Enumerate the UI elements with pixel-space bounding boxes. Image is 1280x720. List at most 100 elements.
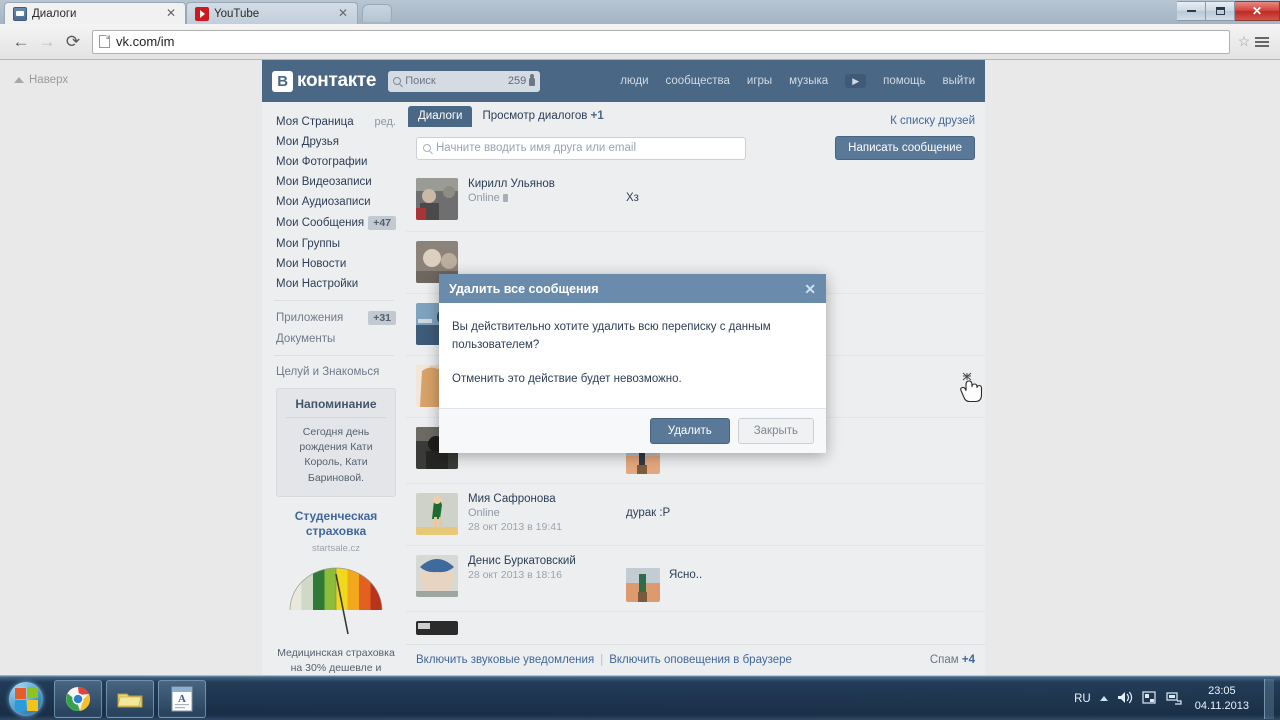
enable-browser-alerts-link[interactable]: Включить оповещения в браузере	[609, 654, 792, 666]
nav-help[interactable]: помощь	[883, 75, 925, 87]
ad-title: Студенческая страховка	[294, 508, 378, 539]
taskbar-button-chrome[interactable]	[54, 679, 102, 718]
sidebar-item-my-groups[interactable]: Мои Группы	[262, 234, 406, 254]
sidebar-item-my-settings[interactable]: Мои Настройки	[262, 274, 406, 294]
start-button[interactable]	[2, 679, 50, 719]
avatar	[416, 621, 458, 635]
nav-logout[interactable]: выйти	[943, 75, 976, 87]
minimize-button[interactable]	[1177, 1, 1206, 21]
list-item[interactable]	[406, 611, 985, 644]
vk-page: В контакте Поиск 259 люди сообщества игр…	[262, 60, 985, 675]
delete-all-messages-modal: Удалить все сообщения ✕ Вы действительно…	[439, 274, 826, 454]
back-icon[interactable]: ←	[8, 29, 34, 55]
forward-icon[interactable]: →	[34, 29, 60, 55]
dialog-status: Online	[468, 507, 626, 519]
vk-icon	[13, 6, 27, 21]
network-icon[interactable]	[1166, 690, 1182, 708]
dialog-name[interactable]: Мия Сафронова	[468, 493, 626, 505]
system-tray: RU 23:05 04.11.2013	[1074, 678, 1280, 719]
avatar	[416, 555, 458, 597]
modal-text-primary: Вы действительно хотите удалить всю пере…	[452, 321, 771, 351]
sidebar-item-documents[interactable]: Документы	[262, 329, 406, 349]
friend-search-placeholder: Начните вводить имя друга или email	[436, 142, 637, 154]
spam-link[interactable]: Спам +4	[930, 654, 975, 666]
hamburger-menu-icon[interactable]	[1252, 36, 1272, 47]
volume-icon[interactable]	[1117, 690, 1133, 708]
nav-communities[interactable]: сообщества	[666, 75, 730, 87]
sidebar-item-label: Мои Новости	[276, 258, 347, 270]
tab-dialogs[interactable]: Диалоги	[408, 106, 473, 127]
global-search-input[interactable]: Поиск 259	[388, 70, 541, 92]
close-icon[interactable]: ✕	[337, 7, 349, 20]
dialog-status: Online	[468, 192, 626, 204]
bookmark-star-icon[interactable]: ☆	[1236, 33, 1252, 50]
dialog-name[interactable]: Кирилл Ульянов	[468, 178, 626, 190]
arrow-up-icon	[14, 77, 24, 83]
vk-logo[interactable]: В контакте	[272, 70, 377, 92]
action-center-flag-icon[interactable]	[1142, 690, 1157, 708]
friend-search-input[interactable]: Начните вводить имя друга или email	[416, 136, 746, 160]
address-bar[interactable]: vk.com/im	[92, 29, 1230, 54]
vk-header: В контакте Поиск 259 люди сообщества игр…	[262, 60, 985, 102]
new-tab-button[interactable]	[361, 4, 393, 22]
ad-url: startsale.cz	[311, 543, 361, 555]
sidebar-item-label: Мои Фотографии	[276, 156, 368, 168]
show-desktop-button[interactable]	[1264, 678, 1274, 719]
scroll-to-top-label: Наверх	[29, 74, 69, 86]
enable-sound-notifications-link[interactable]: Включить звуковые уведомления	[416, 654, 594, 666]
list-item[interactable]: Денис Буркатовский 28 окт 2013 в 18:16 Я…	[406, 545, 985, 611]
taskbar-button-wordpad[interactable]: A	[158, 679, 206, 718]
reminder-block: Напоминание Сегодня день рождения Кати К…	[276, 388, 396, 497]
browser-tab-dialogi[interactable]: Диалоги ✕	[4, 2, 186, 24]
sidebar-item-label: Мои Аудиозаписи	[276, 196, 371, 208]
close-window-button[interactable]: ✕	[1235, 1, 1280, 21]
umbrella-image	[284, 562, 388, 640]
online-count: 259	[507, 75, 527, 87]
nav-music[interactable]: музыка	[789, 75, 828, 87]
modal-body: Вы действительно хотите удалить всю пере…	[439, 303, 826, 408]
nav-more-icon[interactable]: ▶	[845, 74, 867, 88]
reload-icon[interactable]: ⟳	[60, 29, 86, 55]
taskbar-clock[interactable]: 23:05 04.11.2013	[1191, 684, 1249, 714]
reminder-text: Сегодня день рождения Кати Король, Кати …	[299, 426, 373, 484]
sidebar-item-kiss-and-meet[interactable]: Целуй и Знакомься	[262, 362, 406, 382]
to-friends-list-link[interactable]: К списку друзей	[890, 115, 985, 127]
sidebar-item-my-messages[interactable]: Мои Сообщения +47	[262, 212, 406, 234]
close-icon[interactable]: ✕	[804, 282, 816, 296]
dialog-message: Ясно..	[626, 555, 702, 602]
sidebar-ad[interactable]: Студенческая страховка startsale.cz Меди…	[276, 509, 396, 675]
sidebar-item-my-news[interactable]: Мои Новости	[262, 254, 406, 274]
browser-tab-youtube[interactable]: YouTube ✕	[186, 2, 358, 24]
sidebar-item-my-photos[interactable]: Мои Фотографии	[262, 152, 406, 172]
sidebar-item-label: Приложения	[276, 312, 344, 324]
list-item[interactable]: Мия Сафронова Online 28 окт 2013 в 19:41…	[406, 483, 985, 545]
sidebar-item-my-page[interactable]: Моя Страница ред.	[262, 112, 406, 132]
sidebar-item-my-friends[interactable]: Мои Друзья	[262, 132, 406, 152]
show-hidden-icons-icon[interactable]	[1099, 696, 1108, 701]
dialog-name[interactable]: Денис Буркатовский	[468, 555, 626, 567]
sidebar-item-edit[interactable]: ред.	[375, 116, 396, 128]
sidebar-item-my-videos[interactable]: Мои Видеозаписи	[262, 172, 406, 192]
taskbar-button-folder[interactable]	[106, 679, 154, 718]
maximize-button[interactable]	[1206, 1, 1235, 21]
tab-view-dialogs-count: +1	[590, 110, 604, 122]
language-indicator[interactable]: RU	[1074, 693, 1091, 705]
nav-people[interactable]: люди	[620, 75, 648, 87]
dialog-search-row: Начните вводить имя друга или email Напи…	[406, 127, 985, 169]
write-message-button[interactable]: Написать сообщение	[835, 136, 975, 160]
spam-count: +4	[961, 654, 975, 666]
dialog-meta: Мия Сафронова Online 28 окт 2013 в 19:41	[468, 493, 626, 536]
dialog-time: 28 окт 2013 в 18:16	[468, 569, 562, 581]
mobile-icon	[502, 194, 508, 202]
sidebar-item-apps[interactable]: Приложения +31	[262, 307, 406, 329]
tab-view-dialogs[interactable]: Просмотр диалогов +1	[472, 106, 613, 127]
message-thumbnail[interactable]	[626, 568, 660, 602]
sidebar-item-my-audio[interactable]: Мои Аудиозаписи	[262, 192, 406, 212]
scroll-to-top-link[interactable]: Наверх	[14, 74, 68, 86]
window-controls: ✕	[1177, 0, 1280, 22]
nav-games[interactable]: игры	[747, 75, 772, 87]
confirm-delete-button[interactable]: Удалить	[649, 418, 730, 445]
close-icon[interactable]: ✕	[165, 7, 177, 20]
cancel-close-button[interactable]: Закрыть	[737, 418, 814, 445]
list-item[interactable]: Кирилл Ульянов Online Хз	[406, 169, 985, 231]
